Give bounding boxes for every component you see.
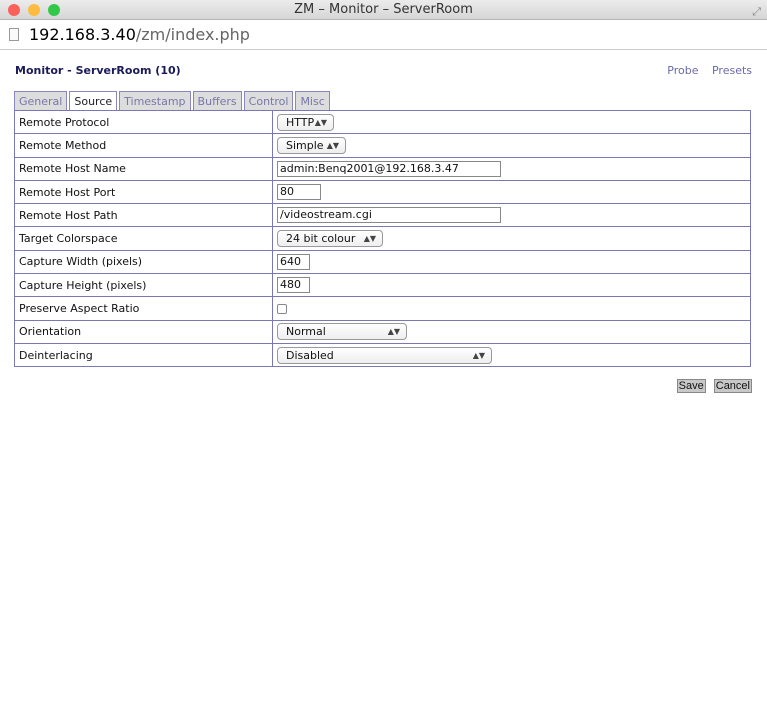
field-label: Remote Host Port: [14, 179, 273, 205]
capture-width-input[interactable]: 640: [277, 253, 310, 270]
tab-general[interactable]: General: [14, 91, 68, 111]
address-bar[interactable]: 192.168.3.40/zm/index.php: [0, 20, 767, 50]
source-settings-table: Remote Protocol HTTP ▲▼ Remote Method Simpl…: [14, 109, 751, 368]
window-titlebar: ZM – Monitor – ServerRoom ⤢: [0, 0, 767, 20]
probe-link[interactable]: Probe: [667, 64, 698, 77]
select-arrows-icon: ▲▼: [314, 117, 327, 127]
table-row: Remote Protocol HTTP ▲▼: [14, 109, 751, 135]
minimize-window-button[interactable]: [28, 4, 40, 16]
tab-misc[interactable]: Misc: [295, 91, 330, 111]
url-path: /zm/index.php: [135, 25, 250, 44]
field-label: Deinterlacing: [14, 342, 273, 368]
remote-method-select[interactable]: Simple ▲▼: [277, 136, 346, 154]
preserve-aspect-ratio-checkbox[interactable]: [277, 304, 287, 315]
table-row: Remote Host Name admin:Benq2001@192.168.3…: [14, 156, 751, 181]
table-row: Remote Method Simple ▲▼: [14, 133, 751, 158]
tab-source[interactable]: Source: [69, 91, 118, 111]
field-label: Capture Height (pixels): [14, 273, 273, 298]
field-label: Remote Method: [14, 133, 273, 158]
select-arrows-icon: ▲▼: [363, 234, 376, 244]
field-label: Target Colorspace: [14, 226, 273, 251]
save-button[interactable]: Save: [676, 379, 706, 393]
field-label: Orientation: [14, 319, 273, 344]
select-arrows-icon: ▲▼: [472, 350, 485, 360]
table-row: Orientation Normal ▲▼: [14, 319, 751, 344]
tab-timestamp[interactable]: Timestamp: [119, 91, 191, 111]
field-label: Capture Width (pixels): [14, 249, 273, 275]
page-title: Monitor - ServerRoom (10): [15, 64, 181, 77]
window-title: ZM – Monitor – ServerRoom: [294, 2, 473, 17]
field-label: Remote Host Path: [14, 203, 273, 228]
cancel-button[interactable]: Cancel: [713, 379, 752, 393]
remote-host-name-input[interactable]: admin:Benq2001@192.168.3.47: [277, 160, 501, 177]
tab-bar: General Source Timestamp Buffers Control…: [14, 91, 330, 111]
close-window-button[interactable]: [8, 4, 20, 16]
table-row: Remote Host Port 80: [14, 179, 751, 205]
field-label: Remote Host Name: [14, 156, 273, 181]
tab-buffers[interactable]: Buffers: [192, 91, 242, 111]
remote-host-port-input[interactable]: 80: [277, 184, 321, 201]
table-row: Deinterlacing Disabled ▲▼: [14, 342, 751, 368]
table-row: Target Colorspace 24 bit colour ▲▼: [14, 226, 751, 251]
presets-link[interactable]: Presets: [712, 64, 752, 77]
target-colorspace-select[interactable]: 24 bit colour ▲▼: [277, 230, 383, 248]
zoom-window-button[interactable]: [48, 4, 60, 16]
url-host: 192.168.3.40: [29, 25, 136, 44]
table-row: Preserve Aspect Ratio: [14, 296, 751, 321]
capture-height-input[interactable]: 480: [277, 277, 310, 294]
field-label: Preserve Aspect Ratio: [14, 296, 273, 321]
table-row: Remote Host Path/videostream.cgi: [14, 203, 751, 228]
orientation-select[interactable]: Normal ▲▼: [277, 323, 407, 341]
table-row: Capture Width (pixels) 640: [14, 249, 751, 275]
select-arrows-icon: ▲▼: [387, 327, 400, 337]
deinterlacing-select[interactable]: Disabled ▲▼: [277, 346, 492, 364]
table-row: Capture Height (pixels) 480: [14, 273, 751, 298]
remote-host-path-input[interactable]: /videostream.cgi: [277, 207, 501, 224]
document-icon: [9, 28, 19, 41]
remote-protocol-select[interactable]: HTTP ▲▼: [277, 113, 334, 131]
fullscreen-icon[interactable]: ⤢: [752, 2, 761, 22]
field-label: Remote Protocol: [14, 109, 273, 135]
tab-control[interactable]: Control: [243, 91, 294, 111]
select-arrows-icon: ▲▼: [326, 140, 339, 150]
